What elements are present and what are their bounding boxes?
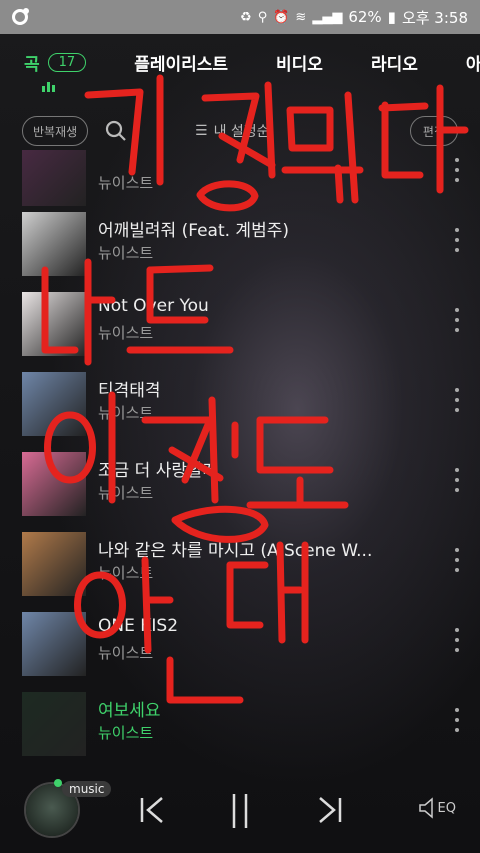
song-artist: 뉴이스트 [98,644,154,662]
location-icon: ⚲ [257,9,268,25]
status-bar: ♻ ⚲ ⏰ ≋ ▂▄▆ 62% ▮ 오후 3:58 [0,0,480,34]
search-icon[interactable] [103,118,129,144]
tab-label: 곡 [24,54,40,75]
sort-label: 내 설정순 [213,124,270,140]
song-row-now-playing[interactable]: 여보세요 뉴이스트 [0,684,480,764]
tab-radio[interactable]: 라디오 [371,50,418,75]
song-title: ONE KIS2 [98,616,179,636]
album-art [22,150,86,206]
song-list: 뉴이스트 어깨빌려줘 (Feat. 계범주) 뉴이스트 Not Over You… [0,150,480,770]
more-options-icon[interactable] [454,628,460,652]
song-title: 나와 같은 차를 마시고 (A Scene W... [98,541,373,561]
album-art [22,292,86,356]
song-row[interactable]: 어깨빌려줘 (Feat. 계범주) 뉴이스트 [0,204,480,284]
battery-icon: ▮ [387,8,396,26]
tab-more[interactable]: 아 [466,50,480,75]
battery-level: 62% [348,8,382,26]
pause-icon[interactable] [220,790,260,830]
more-options-icon[interactable] [454,158,460,182]
song-count-badge: 17 [47,52,87,72]
more-options-icon[interactable] [454,548,460,572]
wifi-icon: ≋ [295,9,307,25]
playing-dot-icon [54,779,62,787]
song-artist: 뉴이스트 [98,724,154,742]
clock: 오후 3:58 [401,8,468,27]
eq-button[interactable]: EQ [418,796,456,820]
album-art [22,692,86,756]
more-options-icon[interactable] [454,388,460,412]
repeat-button[interactable]: 반복재생 [22,116,89,146]
album-art [22,212,86,276]
sort-dropdown[interactable]: ☰ 내 설정순 [195,121,270,141]
more-options-icon[interactable] [454,228,460,252]
song-artist: 뉴이스트 [98,404,154,422]
song-title: 여보세요 [98,701,161,721]
previous-track-icon[interactable] [132,790,172,830]
song-title: Not Over You [98,296,209,316]
sort-icon: ☰ [195,123,208,139]
album-art [22,452,86,516]
song-artist: 뉴이스트 [98,564,154,582]
song-artist: 뉴이스트 [98,484,154,502]
tab-playlists[interactable]: 플레이리스트 [134,50,228,75]
signal-icon: ▂▄▆ [312,9,343,25]
next-track-icon[interactable] [310,790,350,830]
tab-songs[interactable]: 곡 17 [24,50,87,75]
eq-label: EQ [437,800,456,816]
song-row[interactable]: 티격태격 뉴이스트 [0,364,480,444]
mini-player: music EQ [0,770,480,853]
song-row[interactable]: Not Over You 뉴이스트 [0,284,480,364]
speaker-icon [418,797,433,819]
song-title: 조금 더 사랑할게 [98,461,219,481]
now-playing-indicator-icon [42,82,56,92]
album-art [22,372,86,436]
album-art [22,612,86,676]
app-notification-icon [12,8,29,25]
album-art [22,532,86,596]
song-artist: 뉴이스트 [98,174,154,192]
song-row[interactable]: 나와 같은 차를 마시고 (A Scene W... 뉴이스트 [0,524,480,604]
more-options-icon[interactable] [454,308,460,332]
more-options-icon[interactable] [454,708,460,732]
tab-bar: 곡 17 플레이리스트 비디오 라디오 아 [0,34,480,90]
tab-videos[interactable]: 비디오 [276,50,323,75]
music-tag: music [62,781,112,797]
recycle-icon: ♻ [240,9,252,25]
toolbar: 반복재생 ☰ 내 설정순 편집 [0,112,480,152]
song-artist: 뉴이스트 [98,324,154,342]
alarm-icon: ⏰ [273,9,290,25]
edit-button[interactable]: 편집 [409,116,458,146]
song-title: 티격태격 [98,381,161,401]
song-title: 어깨빌려줘 (Feat. 계범주) [98,221,289,241]
song-row[interactable]: 조금 더 사랑할게 뉴이스트 [0,444,480,524]
song-artist: 뉴이스트 [98,244,154,262]
more-options-icon[interactable] [454,468,460,492]
song-row[interactable]: ONE KIS2 뉴이스트 [0,604,480,684]
